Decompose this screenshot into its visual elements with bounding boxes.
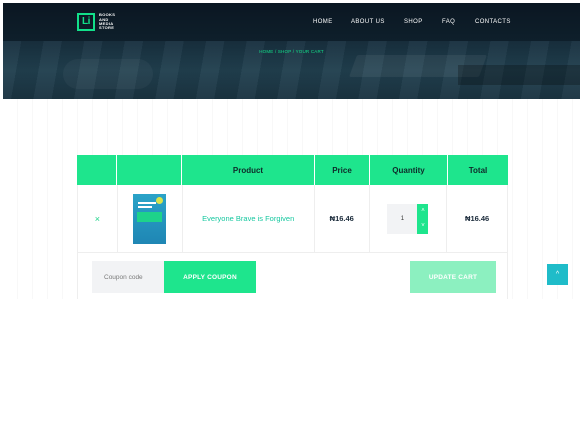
- cover-decoration: [138, 201, 157, 204]
- remove-item-icon[interactable]: ×: [95, 214, 100, 224]
- table-header: Product Price Quantity Total: [77, 155, 508, 185]
- page: Li BOOKS AND MEDIA STORE HOME ABOUT US S…: [3, 3, 580, 299]
- cover-decoration: [137, 211, 163, 222]
- hero-decoration: [458, 65, 580, 85]
- hero-decoration: [63, 59, 153, 89]
- quantity-input[interactable]: 1: [387, 203, 418, 234]
- item-price: ₦16.46: [329, 214, 354, 223]
- quantity-arrows: ˄ ˅: [417, 203, 429, 234]
- logo-mark: Li: [77, 13, 95, 31]
- nav-faq[interactable]: FAQ: [442, 19, 455, 25]
- cover-decoration: [138, 205, 153, 208]
- cover-badge: [156, 196, 164, 204]
- column-header-remove: [77, 155, 117, 185]
- quantity-cell: 1 ˄ ˅: [370, 185, 448, 252]
- table-row: × Everyone Brave is Forgiven ₦16.46 1 ˄ …: [77, 185, 508, 253]
- column-header-price: Price: [315, 155, 370, 185]
- nav-home[interactable]: HOME: [313, 19, 333, 25]
- product-name-link[interactable]: Everyone Brave is Forgiven: [202, 214, 294, 223]
- chevron-up-icon[interactable]: ˄: [421, 208, 425, 214]
- scroll-to-top-button[interactable]: ^: [547, 264, 568, 285]
- price-cell: ₦16.46: [315, 185, 370, 252]
- column-header-total: Total: [468, 165, 488, 175]
- column-header-quantity: Quantity: [370, 155, 448, 185]
- breadcrumb[interactable]: HOME / SHOP / YOUR CART: [3, 49, 580, 54]
- product-cell: Everyone Brave is Forgiven: [183, 185, 315, 252]
- cart-table: Product Price Quantity Total × Everyone …: [77, 155, 508, 299]
- cart-actions: APPLY COUPON UPDATE CART: [77, 253, 508, 299]
- coupon-code-input[interactable]: [92, 261, 164, 293]
- nav-contacts[interactable]: CONTACTS: [475, 19, 515, 25]
- update-cart-button[interactable]: UPDATE CART: [410, 261, 496, 293]
- apply-coupon-button[interactable]: APPLY COUPON: [164, 261, 256, 293]
- total-cell: ₦16.46: [447, 185, 507, 252]
- book-cover-image[interactable]: [133, 193, 167, 244]
- chevron-up-icon: ^: [555, 271, 560, 278]
- nav-shop[interactable]: SHOP: [404, 19, 423, 25]
- chevron-down-icon[interactable]: ˅: [421, 223, 425, 229]
- nav-about-us[interactable]: ABOUT US: [351, 19, 391, 25]
- site-logo[interactable]: Li BOOKS AND MEDIA STORE: [77, 13, 119, 31]
- thumbnail-cell: [118, 185, 183, 252]
- item-total: ₦16.46: [465, 214, 490, 223]
- hero-header: Li BOOKS AND MEDIA STORE HOME ABOUT US S…: [3, 3, 580, 99]
- quantity-stepper: 1 ˄ ˅: [387, 203, 429, 234]
- column-header-thumbnail: [117, 155, 182, 185]
- logo-text: BOOKS AND MEDIA STORE: [99, 12, 116, 31]
- remove-cell: ×: [78, 185, 118, 252]
- column-header-product: Product: [182, 155, 315, 185]
